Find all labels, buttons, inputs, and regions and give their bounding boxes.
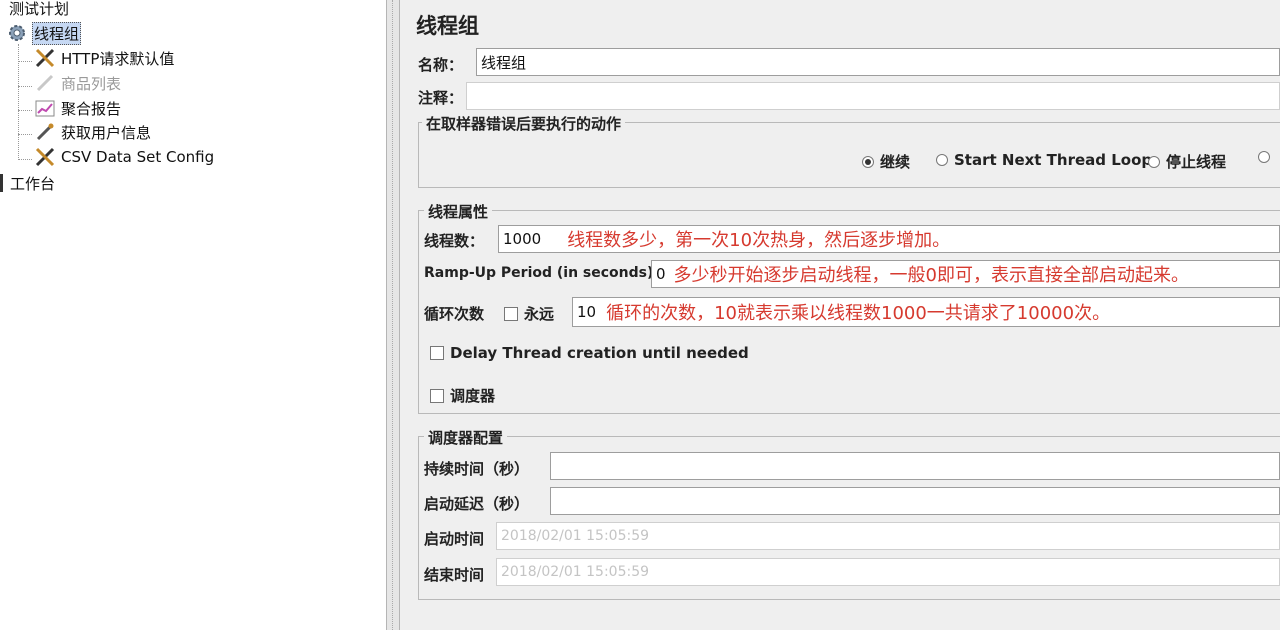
thread-count-label: 线程数： — [424, 232, 485, 250]
tree-item-aggregate-report[interactable]: 聚合报告 — [34, 96, 122, 120]
radio-continue[interactable]: 继续 — [862, 151, 910, 172]
duration-input[interactable] — [550, 452, 1280, 480]
radio-dot — [936, 154, 948, 166]
tree-item-label: 测试计划 — [9, 0, 70, 18]
name-label: 名称： — [418, 56, 464, 74]
checkbox-label: Delay Thread creation until needed — [450, 344, 749, 362]
rampup-annotation: 多少秒开始逐步启动线程，一般0即可，表示直接全部启动起来。 — [673, 265, 1189, 286]
forever-checkbox[interactable]: 永远 — [504, 303, 554, 324]
comment-input[interactable] — [466, 82, 1280, 110]
tree-item-label: 线程组 — [32, 21, 82, 45]
tree-item-test-plan[interactable]: 测试计划 — [8, 0, 70, 20]
tree-item-workbench[interactable]: 工作台 — [0, 171, 56, 195]
radio-stop-thread[interactable]: 停止线程 — [1148, 151, 1226, 172]
checkbox-box — [430, 388, 444, 403]
sampler-pen-icon — [34, 72, 56, 94]
tree-item-label: 聚合报告 — [61, 99, 122, 118]
start-time-input[interactable]: 2018/02/01 15:05:59 — [496, 522, 1280, 550]
tree-item-csv-config[interactable]: CSV Data Set Config — [34, 145, 215, 169]
loop-count-annotation: 循环的次数，10就表示乘以线程数1000一共请求了10000次。 — [606, 303, 1111, 324]
checkbox-box — [430, 346, 444, 360]
radio-start-next-loop[interactable]: Start Next Thread Loop — [936, 151, 1152, 169]
checkbox-label: 调度器 — [450, 387, 496, 405]
split-pane-divider[interactable] — [386, 0, 400, 630]
tree-item-http-defaults[interactable]: HTTP请求默认值 — [34, 46, 175, 70]
thread-count-annotation: 线程数多少，第一次10次热身，然后逐步增加。 — [567, 230, 951, 251]
page-title: 线程组 — [416, 14, 479, 38]
end-time-label: 结束时间 — [424, 566, 485, 584]
scheduler-checkbox[interactable]: 调度器 — [430, 385, 495, 406]
thread-group-panel: 线程组 名称： 线程组 注释： 在取样器错误后要执行的动作 继续 Start N… — [400, 0, 1280, 630]
radio-label: 继续 — [880, 153, 911, 171]
duration-label: 持续时间（秒） — [424, 460, 530, 478]
scheduler-config-title: 调度器配置 — [424, 427, 508, 448]
rampup-value: 0 — [656, 265, 666, 283]
tree-item-label: CSV Data Set Config — [61, 148, 215, 166]
wrench-icon — [34, 146, 56, 168]
wrench-icon — [34, 47, 56, 69]
tree-item-label: 获取用户信息 — [61, 123, 152, 142]
thread-count-value: 1000 — [503, 230, 542, 248]
comment-label: 注释： — [418, 89, 464, 107]
radio-label: Start Next Thread Loop — [954, 151, 1153, 169]
tree-item-label: 商品列表 — [61, 74, 122, 93]
sampler-pen-icon — [34, 121, 56, 143]
radio-dot — [1148, 155, 1160, 168]
tree-item-get-user-info[interactable]: 获取用户信息 — [34, 120, 152, 144]
radio-label: 停止线程 — [1166, 153, 1227, 171]
tree-item-product-list[interactable]: 商品列表 — [34, 71, 122, 95]
radio-dot — [1258, 151, 1270, 163]
loop-count-input[interactable]: 10 循环的次数，10就表示乘以线程数1000一共请求了10000次。 — [572, 297, 1280, 327]
tree-item-label: HTTP请求默认值 — [61, 49, 175, 68]
rampup-label: Ramp-Up Period (in seconds): — [424, 265, 659, 281]
startup-delay-input[interactable] — [550, 487, 1280, 515]
loop-count-label: 循环次数 — [424, 305, 485, 323]
radio-dot — [862, 155, 874, 168]
delay-thread-checkbox[interactable]: Delay Thread creation until needed — [430, 344, 749, 362]
error-action-title: 在取样器错误后要执行的动作 — [422, 113, 626, 134]
checkbox-box — [504, 306, 518, 321]
checkbox-label: 永远 — [524, 305, 555, 323]
test-plan-tree: 测试计划 线程组 HTTP请求默认值 商品列表 聚合报告 获取用户信息 CSV … — [0, 0, 386, 630]
workbench-icon — [0, 174, 3, 192]
start-time-label: 启动时间 — [424, 530, 485, 548]
rampup-input[interactable]: 0 多少秒开始逐步启动线程，一般0即可，表示直接全部启动起来。 — [651, 260, 1280, 288]
startup-delay-label: 启动延迟（秒） — [424, 495, 530, 513]
name-input[interactable]: 线程组 — [476, 48, 1280, 76]
radio-more-option[interactable] — [1258, 151, 1276, 163]
gear-icon — [6, 22, 28, 44]
thread-properties-title: 线程属性 — [424, 201, 493, 222]
thread-count-input[interactable]: 1000 线程数多少，第一次10次热身，然后逐步增加。 — [498, 225, 1280, 253]
loop-count-value: 10 — [577, 303, 597, 321]
end-time-input[interactable]: 2018/02/01 15:05:59 — [496, 558, 1280, 586]
tree-item-thread-group[interactable]: 线程组 — [6, 21, 82, 45]
tree-item-label: 工作台 — [10, 174, 56, 193]
chart-icon — [34, 97, 56, 119]
